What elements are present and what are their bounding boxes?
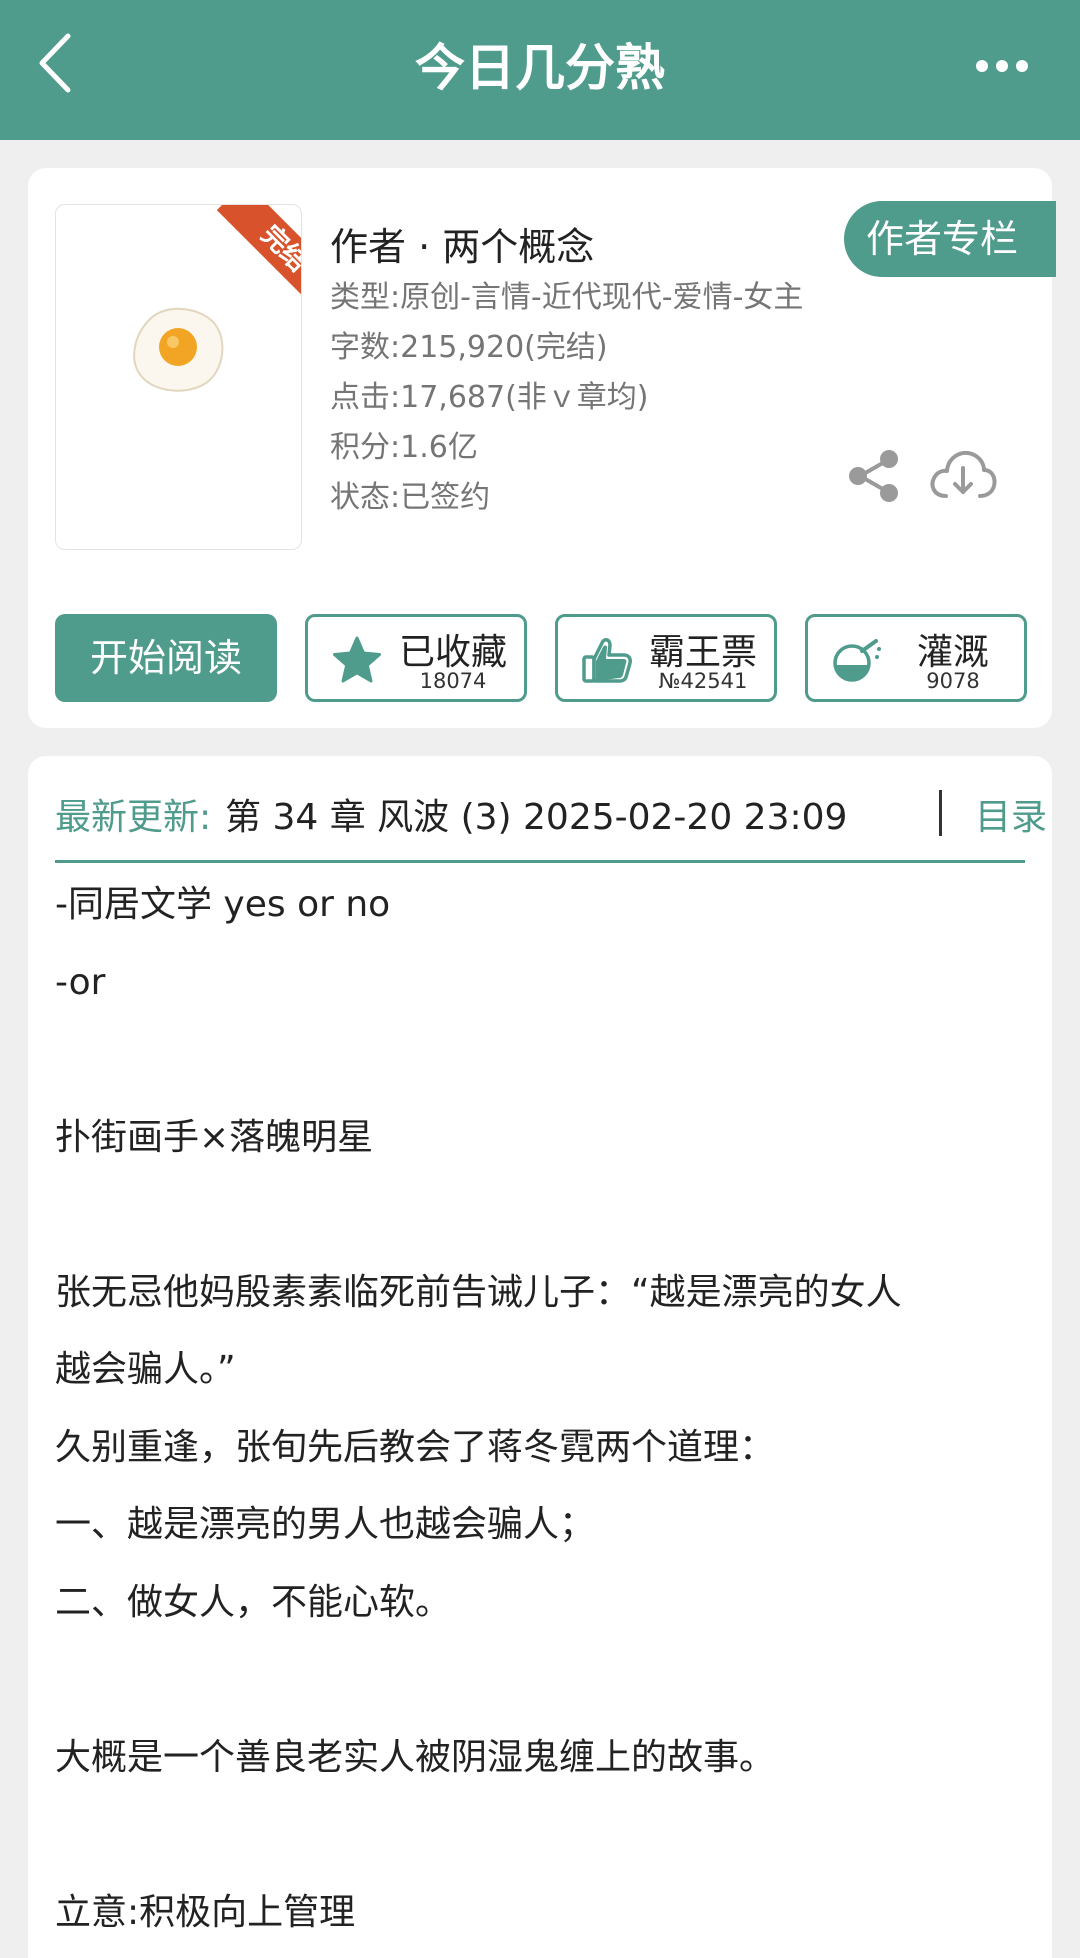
divider xyxy=(939,790,942,836)
start-reading-button[interactable]: 开始阅读 xyxy=(55,614,277,702)
nutrient-button[interactable]: 灌溉 9078 xyxy=(805,614,1027,702)
page-title: 今日几分熟 xyxy=(415,39,665,97)
description-line xyxy=(55,1021,1030,1099)
latest-update: 最新更新: 第 34 章 风波 (3) 2025-02-20 23:09 目录 xyxy=(55,786,1047,842)
vote-label: 霸王票 xyxy=(648,632,757,673)
description-line: 扑街画手×落魄明星 xyxy=(55,1116,374,1158)
description-line: 张无忌他妈殷素素临死前告诫儿子：“越是漂亮的女人 xyxy=(55,1271,902,1313)
vote-count: №42541 xyxy=(658,669,748,693)
book-score: 积分:1.6亿 xyxy=(330,430,478,465)
cloud-download-icon[interactable] xyxy=(928,446,998,504)
favorite-count: 18074 xyxy=(419,669,487,693)
book-genre: 类型:原创-言情-近代现代-爱情-女主 xyxy=(330,280,804,315)
top-bar: 今日几分熟 xyxy=(0,0,1080,140)
description-line xyxy=(55,1796,1030,1874)
description-line xyxy=(55,1641,1030,1719)
description-line: -同居文学 yes or no xyxy=(55,884,391,925)
description-line: 立意:积极向上管理 xyxy=(55,1891,356,1933)
latest-chapter-link[interactable]: 第 34 章 风波 (3) 2025-02-20 23:09 xyxy=(225,788,847,840)
watering-flask-icon xyxy=(830,635,884,685)
nutrient-label: 灌溉 xyxy=(916,632,989,673)
favorite-label: 已收藏 xyxy=(398,632,507,673)
more-icon[interactable] xyxy=(974,52,1030,80)
thumbs-up-icon xyxy=(580,635,634,685)
description-line: -or xyxy=(55,961,106,1003)
book-info-card: 完结 作者 · 两个概念 作者专栏 类型:原创-言情-近代现代-爱情-女主 字数… xyxy=(28,168,1056,728)
table-of-contents-link[interactable]: 目录 xyxy=(975,788,1047,840)
favorite-button[interactable]: 已收藏 18074 xyxy=(305,614,527,702)
description-line: 二、做女人，不能心软。 xyxy=(55,1581,452,1623)
book-cover[interactable]: 完结 xyxy=(55,204,302,550)
book-word-count: 字数:215,920(完结) xyxy=(330,330,608,365)
vote-button[interactable]: 霸王票 №42541 xyxy=(555,614,777,702)
description-line: 大概是一个善良老实人被阴湿鬼缠上的故事。 xyxy=(55,1736,776,1778)
description-line: 久别重逢，张旬先后教会了蒋冬霓两个道理： xyxy=(55,1426,776,1468)
book-description: -同居文学 yes or no -or 扑街画手×落魄明星 张无忌他妈殷素素临死… xyxy=(55,866,1030,1951)
author-name[interactable]: 作者 · 两个概念 xyxy=(330,216,594,271)
section-divider xyxy=(55,860,1025,863)
share-icon[interactable] xyxy=(846,448,902,504)
description-card: 最新更新: 第 34 章 风波 (3) 2025-02-20 23:09 目录 … xyxy=(28,756,1052,1958)
description-line: 一、越是漂亮的男人也越会骗人； xyxy=(55,1504,596,1545)
star-icon xyxy=(330,635,384,685)
fried-egg-cover xyxy=(130,305,226,393)
nutrient-count: 9078 xyxy=(926,669,980,693)
author-column-button[interactable]: 作者专栏 xyxy=(844,201,1056,277)
book-clicks: 点击:17,687(非ｖ章均) xyxy=(330,380,649,415)
description-line: 越会骗人。” xyxy=(55,1349,236,1390)
book-contract-status: 状态:已签约 xyxy=(330,480,491,515)
latest-update-label: 最新更新: xyxy=(55,797,212,838)
description-line xyxy=(55,1176,1030,1254)
status-ribbon: 完结 xyxy=(216,205,301,305)
